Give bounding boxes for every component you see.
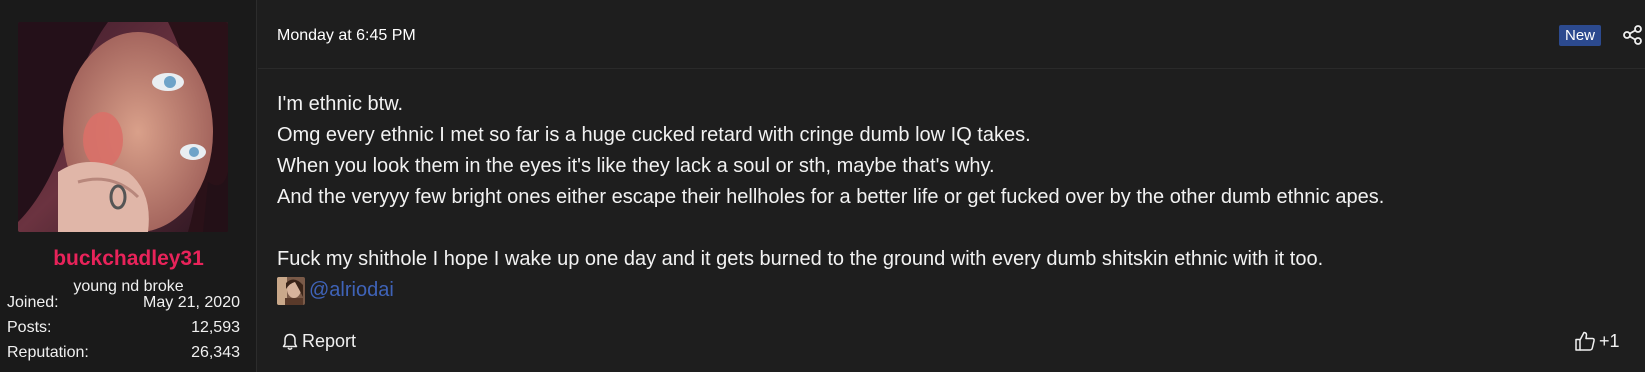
- mention-avatar: [277, 276, 305, 305]
- stat-value: 26,343: [191, 344, 240, 361]
- post-line: I'm ethnic btw.: [277, 93, 404, 115]
- stat-label: Posts:: [7, 319, 52, 336]
- bell-icon: [282, 333, 298, 350]
- stat-label: Joined:: [7, 294, 59, 311]
- post-line: Fuck my shithole I hope I wake up one da…: [277, 248, 1324, 270]
- mention-username[interactable]: @alriodai: [309, 275, 394, 306]
- username[interactable]: buckchadley31: [0, 247, 257, 271]
- new-badge: New: [1559, 25, 1602, 46]
- report-button[interactable]: Report: [282, 331, 356, 352]
- user-mention[interactable]: @alriodai: [277, 275, 1384, 306]
- post-main: Monday at 6:45 PM New I'm ethnic btw. Om…: [258, 0, 1645, 372]
- share-icon[interactable]: [1622, 24, 1644, 46]
- stat-label: Reputation:: [7, 344, 89, 361]
- user-sidebar: buckchadley31 young nd broke Joined: May…: [0, 0, 257, 372]
- like-count: +1: [1599, 330, 1620, 351]
- post-timestamp[interactable]: Monday at 6:45 PM: [277, 27, 416, 45]
- report-label: Report: [302, 331, 357, 351]
- user-photo-icon: [18, 22, 228, 232]
- stat-value: 12,593: [191, 319, 240, 336]
- post-line: Omg every ethnic I met so far is a huge …: [277, 124, 1031, 146]
- post-body: I'm ethnic btw. Omg every ethnic I met s…: [277, 89, 1384, 306]
- user-avatar[interactable]: [18, 22, 228, 232]
- post-line: And the veryyy few bright ones either es…: [277, 186, 1385, 208]
- mention-photo-icon: [277, 276, 305, 305]
- thumbs-up-icon: [1575, 331, 1595, 351]
- stat-value: May 21, 2020: [143, 294, 240, 311]
- like-button[interactable]: +1: [1574, 330, 1620, 352]
- post-header: Monday at 6:45 PM New: [258, 0, 1645, 69]
- post-line: When you look them in the eyes it's like…: [277, 155, 995, 177]
